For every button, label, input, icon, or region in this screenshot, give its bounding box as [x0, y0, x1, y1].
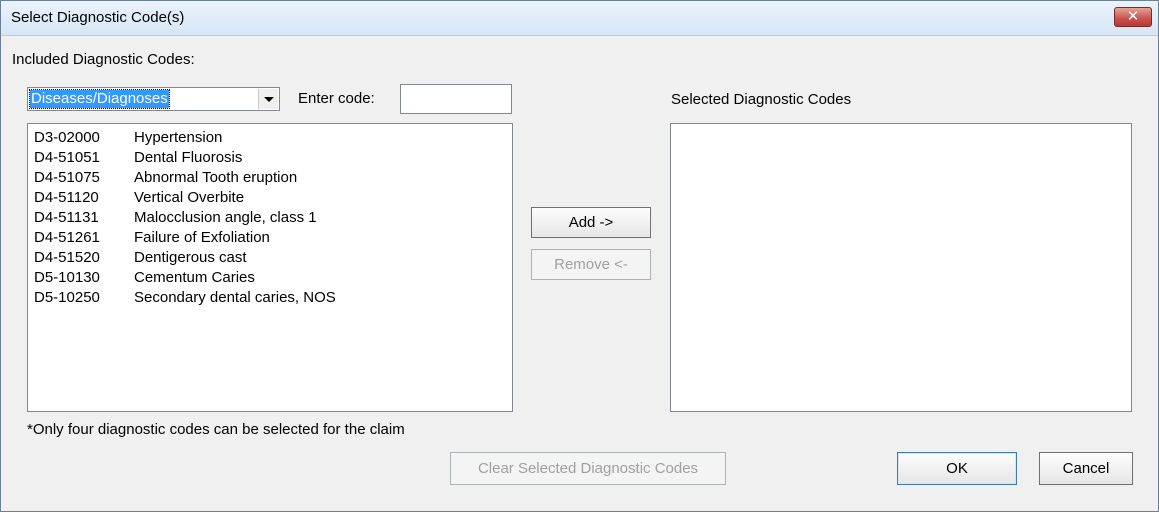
included-codes-heading: Included Diagnostic Codes: — [12, 51, 195, 68]
clear-selected-button[interactable]: Clear Selected Diagnostic Codes — [450, 452, 726, 485]
title-bar[interactable]: Select Diagnostic Code(s) ✕ — [1, 1, 1158, 36]
window-title: Select Diagnostic Code(s) — [11, 9, 185, 26]
list-item-description: Cementum Caries — [134, 269, 255, 286]
list-item-code: D5-10130 — [34, 269, 100, 286]
remove-button[interactable]: Remove <- — [531, 249, 651, 280]
dialog-window: Select Diagnostic Code(s) ✕ Included Dia… — [0, 0, 1159, 512]
list-item-code: D4-51261 — [34, 229, 100, 246]
category-dropdown-value: Diseases/Diagnoses — [29, 89, 170, 109]
dropdown-arrow-button[interactable] — [258, 89, 278, 109]
enter-code-input[interactable] — [400, 84, 512, 114]
add-button[interactable]: Add -> — [531, 207, 651, 238]
selected-codes-list[interactable] — [670, 123, 1132, 412]
list-item-description: Dentigerous cast — [134, 249, 247, 266]
chevron-down-icon — [264, 97, 274, 102]
list-item-description: Failure of Exfoliation — [134, 229, 270, 246]
list-item-code: D3-02000 — [34, 129, 100, 146]
list-item-code: D4-51051 — [34, 149, 100, 166]
list-item-code: D4-51131 — [34, 209, 99, 226]
included-codes-list[interactable]: D3-02000 Hypertension D4-51051 Dental Fl… — [27, 123, 513, 412]
close-button[interactable]: ✕ — [1114, 7, 1152, 27]
list-item-description: Vertical Overbite — [134, 189, 245, 206]
category-dropdown[interactable]: Diseases/Diagnoses — [27, 87, 280, 111]
close-icon: ✕ — [1126, 7, 1140, 25]
list-item-code: D4-51075 — [34, 169, 100, 186]
cancel-button[interactable]: Cancel — [1039, 452, 1133, 485]
list-item-code: D5-10250 — [34, 289, 100, 306]
selection-limit-note: *Only four diagnostic codes can be selec… — [27, 421, 405, 438]
ok-button[interactable]: OK — [897, 452, 1017, 485]
enter-code-label: Enter code: — [298, 90, 375, 107]
list-item-description: Hypertension — [134, 129, 223, 146]
list-item-description: Malocclusion angle, class 1 — [134, 209, 317, 226]
list-item-description: Dental Fluorosis — [134, 149, 243, 166]
list-item-description: Secondary dental caries, NOS — [134, 289, 336, 306]
list-item-code: D4-51120 — [34, 189, 99, 206]
list-item-description: Abnormal Tooth eruption — [134, 169, 298, 186]
list-item-code: D4-51520 — [34, 249, 100, 266]
selected-codes-heading: Selected Diagnostic Codes — [671, 91, 852, 108]
